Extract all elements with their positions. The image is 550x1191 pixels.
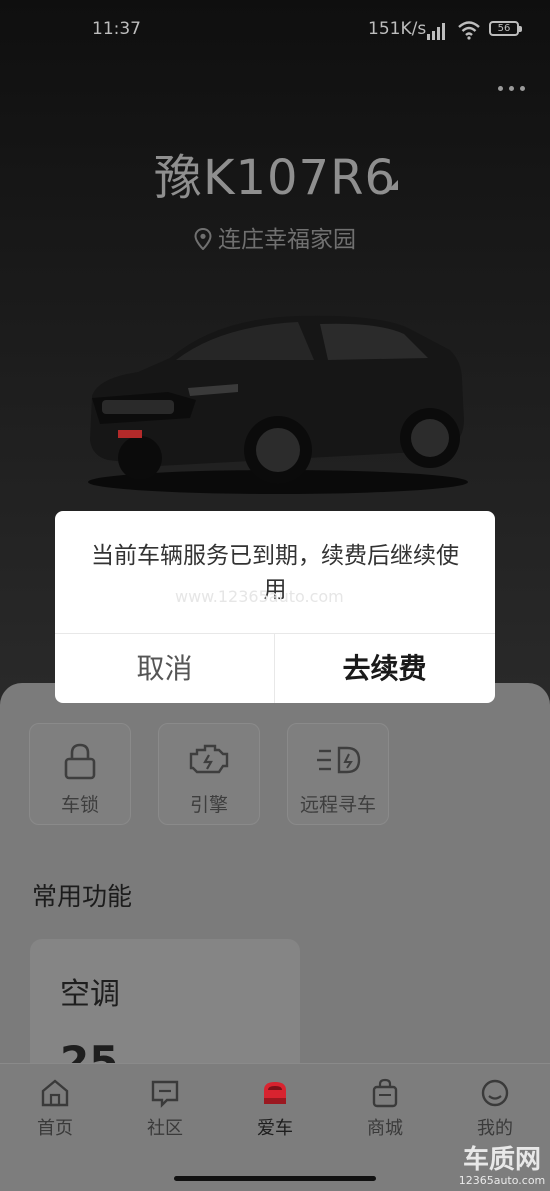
tab-community-label: 社区 <box>147 1118 183 1139</box>
lock-icon <box>64 743 96 780</box>
dialog-watermark: www.12365auto.com <box>175 587 344 606</box>
engine-button[interactable]: 引擎 <box>158 723 260 825</box>
tab-my-car-label: 爱车 <box>257 1118 293 1139</box>
air-conditioner-title: 空调 <box>60 977 120 1012</box>
tab-community[interactable]: 社区 <box>110 1076 220 1146</box>
cancel-button[interactable]: 取消 <box>55 634 274 703</box>
tab-home-label: 首页 <box>37 1118 73 1139</box>
renew-button[interactable]: 去续费 <box>275 634 494 703</box>
lock-label: 车锁 <box>60 794 99 816</box>
tab-mall-label: 商城 <box>367 1118 403 1139</box>
home-icon <box>41 1079 69 1107</box>
common-functions-title: 常用功能 <box>32 882 133 911</box>
tab-mall[interactable]: 商城 <box>330 1076 440 1146</box>
tab-home[interactable]: 首页 <box>0 1076 110 1146</box>
car-icon <box>264 1082 286 1104</box>
find-car-button[interactable]: 远程寻车 <box>287 723 389 825</box>
home-indicator[interactable] <box>174 1176 376 1181</box>
car-screen: 11:37 151K/s 56 豫K107R6 连庄幸福家园 车锁 引擎 远程寻… <box>0 0 550 1191</box>
headlight-icon <box>317 746 361 774</box>
site-watermark: 车质网 12365auto.com <box>456 1146 548 1188</box>
watermark-main: 车质网 <box>462 1145 541 1175</box>
engine-icon <box>189 744 229 774</box>
watermark-sub: 12365auto.com <box>458 1174 546 1187</box>
profile-icon <box>481 1079 509 1107</box>
tab-profile-label: 我的 <box>477 1118 513 1139</box>
service-expired-dialog: 当前车辆服务已到期，续费后继续使用 www.12365auto.com 取消 去… <box>55 511 495 703</box>
lock-button[interactable]: 车锁 <box>29 723 131 825</box>
tab-profile[interactable]: 我的 <box>440 1076 550 1146</box>
bag-icon <box>372 1078 398 1108</box>
chat-icon <box>151 1080 179 1108</box>
tab-my-car[interactable]: 爱车 <box>220 1076 330 1146</box>
find-car-label: 远程寻车 <box>299 794 376 816</box>
engine-label: 引擎 <box>189 794 228 816</box>
